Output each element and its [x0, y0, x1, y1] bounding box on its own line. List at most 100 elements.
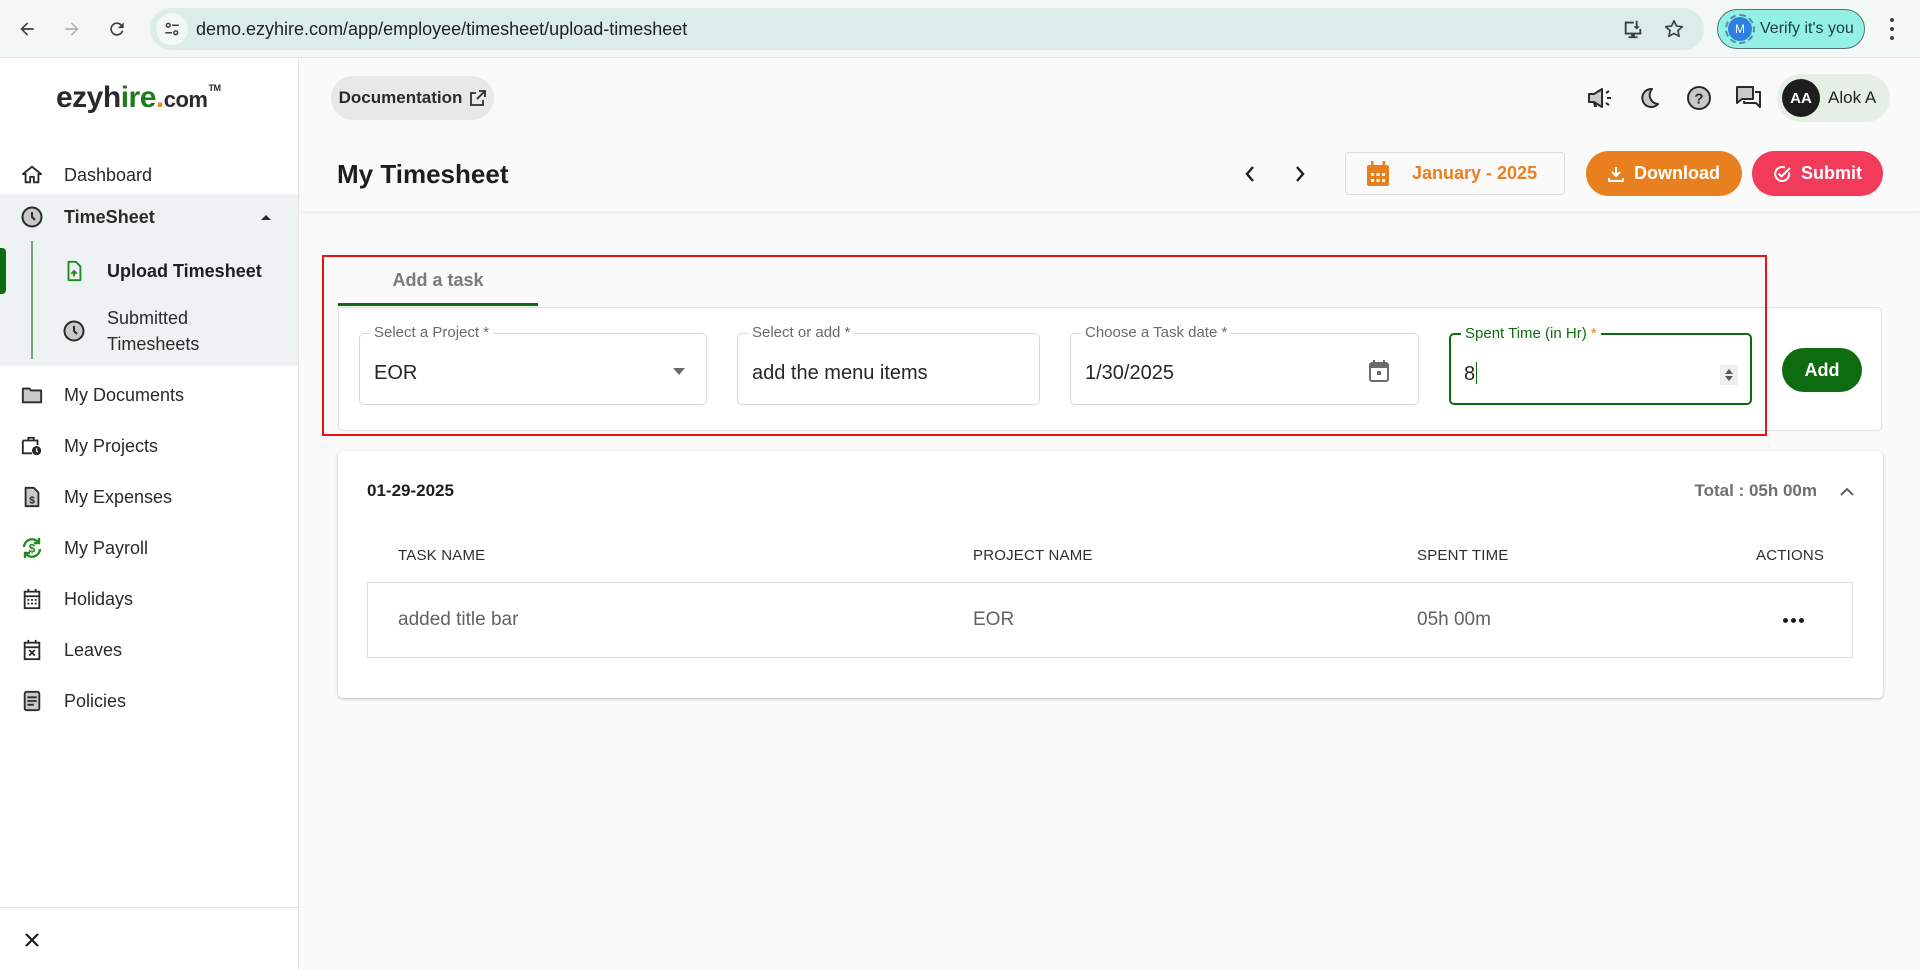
profile-avatar: M: [1725, 14, 1755, 44]
spin-down-icon[interactable]: [1725, 376, 1733, 381]
chat-icon: [1736, 86, 1761, 108]
submit-button[interactable]: Submit: [1752, 151, 1883, 196]
megaphone-icon: [1588, 88, 1611, 108]
home-icon: [20, 163, 44, 187]
task-name-value: add the menu items: [752, 362, 928, 384]
sidebar-item-submitted-timesheets[interactable]: Submitted Timesheets: [0, 302, 298, 360]
chevron-left-icon: [1245, 166, 1254, 182]
chevron-up-icon: [1840, 487, 1854, 496]
entry-total: Total : 05h 00m: [1694, 481, 1818, 500]
tune-icon: [165, 22, 179, 36]
day-entries-card: 01-29-2025 Total : 05h 00m TASK NAME PRO…: [338, 451, 1883, 698]
back-button[interactable]: [12, 14, 42, 44]
calendar-icon: [20, 587, 44, 611]
column-header-task-name: TASK NAME: [398, 547, 486, 564]
avatar: AA: [1782, 79, 1820, 117]
entry-date: 01-29-2025: [367, 481, 454, 500]
spent-time-value: 8: [1464, 363, 1476, 385]
page-title: My Timesheet: [337, 159, 509, 189]
download-button[interactable]: Download: [1586, 151, 1742, 196]
project-select[interactable]: Select a Project * EOR: [359, 324, 707, 405]
number-spinner[interactable]: [1720, 365, 1738, 385]
sidebar-item-policies[interactable]: Policies: [0, 680, 298, 722]
previous-month-button[interactable]: [1234, 158, 1266, 190]
project-name-cell: EOR: [973, 609, 1015, 630]
close-sidebar-button[interactable]: [20, 928, 44, 952]
svg-text:$: $: [29, 542, 36, 556]
star-icon: [1664, 19, 1684, 38]
sidebar: ezyh ire. com TM Dashboard TimeSheet Upload…: [0, 59, 299, 970]
task-date-value: 1/30/2025: [1085, 362, 1174, 384]
forward-button[interactable]: [57, 14, 87, 44]
documentation-button[interactable]: Documentation: [331, 76, 494, 120]
reload-icon: [110, 22, 124, 36]
text-caret: [1476, 362, 1478, 384]
task-date-input[interactable]: Choose a Task date * 1/30/2025: [1070, 324, 1419, 405]
sidebar-item-my-projects[interactable]: My Projects: [0, 425, 298, 467]
verify-label: Verify it's you: [1760, 20, 1854, 37]
close-icon: [25, 933, 39, 947]
verify-identity-button[interactable]: M Verify it's you: [1717, 9, 1865, 49]
calendar-picker-icon[interactable]: [1366, 358, 1392, 384]
spent-time-input[interactable]: Spent Time (in Hr) * 8: [1449, 325, 1752, 405]
add-task-button[interactable]: Add: [1782, 348, 1862, 392]
task-name-cell: added title bar: [398, 609, 519, 630]
file-upload-icon: [62, 259, 86, 283]
spin-up-icon[interactable]: [1725, 369, 1733, 374]
svg-text:?: ?: [1694, 91, 1703, 108]
briefcase-clock-icon: [20, 434, 44, 458]
site-info-button[interactable]: [156, 13, 188, 45]
browser-menu-button[interactable]: [1880, 16, 1904, 42]
browser-toolbar: demo.ezyhire.com/app/employee/timesheet/…: [0, 0, 1920, 58]
sidebar-item-upload-timesheet[interactable]: Upload Timesheet: [0, 248, 298, 294]
bookmark-button[interactable]: [1662, 17, 1686, 41]
download-icon: [1608, 166, 1624, 182]
column-header-spent-time: SPENT TIME: [1417, 547, 1509, 564]
help-button[interactable]: ?: [1684, 83, 1714, 113]
dropdown-arrow-icon[interactable]: [666, 358, 692, 384]
sidebar-item-my-documents[interactable]: My Documents: [0, 374, 298, 416]
tab-add-a-task[interactable]: Add a task: [338, 255, 538, 306]
collapse-day-button[interactable]: [1835, 479, 1859, 503]
sidebar-item-timesheet[interactable]: TimeSheet: [0, 196, 298, 238]
table-row: added title bar EOR 05h 00m: [367, 582, 1853, 658]
clock-icon: [62, 319, 86, 343]
payroll-sync-icon: $: [20, 536, 44, 560]
install-app-button[interactable]: [1621, 17, 1645, 41]
next-month-button[interactable]: [1284, 158, 1316, 190]
task-name-input[interactable]: Select or add * add the menu items: [737, 324, 1040, 405]
sidebar-item-leaves[interactable]: Leaves: [0, 629, 298, 671]
dollar-file-icon: $: [20, 485, 44, 509]
svg-text:$: $: [29, 495, 35, 506]
user-menu[interactable]: AA Alok A: [1777, 74, 1890, 122]
sidebar-item-my-payroll[interactable]: $ My Payroll: [0, 527, 298, 569]
arrow-left-icon: [20, 22, 34, 36]
document-icon: [20, 689, 44, 713]
sidebar-item-my-expenses[interactable]: $ My Expenses: [0, 476, 298, 518]
check-circle-icon: [1774, 165, 1791, 182]
period-label: January - 2025: [1412, 163, 1538, 183]
announcements-button[interactable]: [1585, 83, 1615, 113]
page-header: Documentation ? AA Alok A My Timesheet J…: [300, 59, 1920, 211]
submitted-timesheets-label: Submitted Timesheets: [107, 308, 200, 354]
active-tab-indicator: [338, 303, 538, 306]
moon-icon: [1641, 87, 1659, 108]
sidebar-item-holidays[interactable]: Holidays: [0, 578, 298, 620]
reload-button[interactable]: [102, 14, 132, 44]
spent-time-cell: 05h 00m: [1417, 609, 1491, 630]
dark-mode-toggle[interactable]: [1634, 83, 1664, 113]
sidebar-item-dashboard[interactable]: Dashboard: [0, 154, 298, 196]
collapse-caret-icon[interactable]: [260, 213, 272, 221]
address-bar[interactable]: demo.ezyhire.com/app/employee/timesheet/…: [150, 8, 1704, 50]
logo[interactable]: ezyh ire. com TM: [56, 81, 221, 115]
column-header-actions: ACTIONS: [1756, 547, 1825, 564]
install-icon: [1624, 20, 1642, 39]
chevron-right-icon: [1296, 166, 1305, 182]
calendar-icon: [1367, 160, 1389, 186]
sidebar-footer: [0, 907, 298, 970]
chat-button[interactable]: [1734, 83, 1764, 113]
row-actions-button[interactable]: [1777, 608, 1809, 632]
url-text[interactable]: demo.ezyhire.com/app/employee/timesheet/…: [196, 19, 687, 40]
month-picker-button[interactable]: January - 2025: [1345, 152, 1565, 195]
calendar-x-icon: [20, 638, 44, 662]
